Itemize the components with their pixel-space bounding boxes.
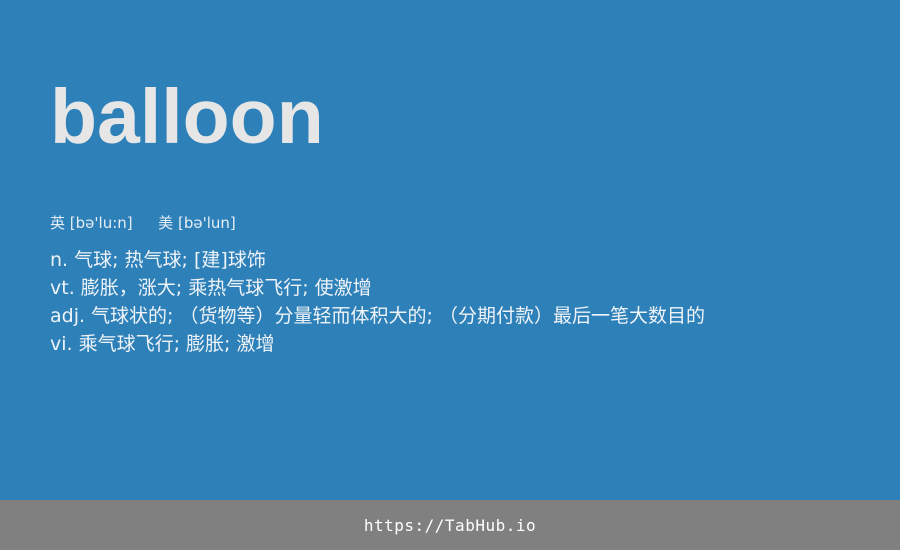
us-ipa: [bə'lun] <box>177 214 236 232</box>
definition-intransitive-verb: vi. 乘气球飞行; 膨胀; 激增 <box>50 333 275 355</box>
definition-transitive-verb: vt. 膨胀，涨大; 乘热气球飞行; 使激增 <box>50 277 372 299</box>
definition-adjective: adj. 气球状的; （货物等）分量轻而体积大的; （分期付款）最后一笔大数目的 <box>50 305 705 327</box>
pronunciation-row: 英 [bə'lu:n] 美 [bə'lun] <box>50 212 236 234</box>
dictionary-card: balloon 英 [bə'lu:n] 美 [bə'lun] n. 气球; 热气… <box>0 0 900 500</box>
footer-bar: https://TabHub.io <box>0 500 900 550</box>
us-label: 美 <box>158 214 174 232</box>
tabhub-link[interactable]: https://TabHub.io <box>364 516 536 535</box>
headword: balloon <box>50 74 324 160</box>
uk-label: 英 <box>50 214 66 232</box>
definition-noun: n. 气球; 热气球; [建]球饰 <box>50 249 266 271</box>
definitions-list: n. 气球; 热气球; [建]球饰 vt. 膨胀，涨大; 乘热气球飞行; 使激增… <box>50 246 705 358</box>
uk-ipa: [bə'lu:n] <box>69 214 133 232</box>
